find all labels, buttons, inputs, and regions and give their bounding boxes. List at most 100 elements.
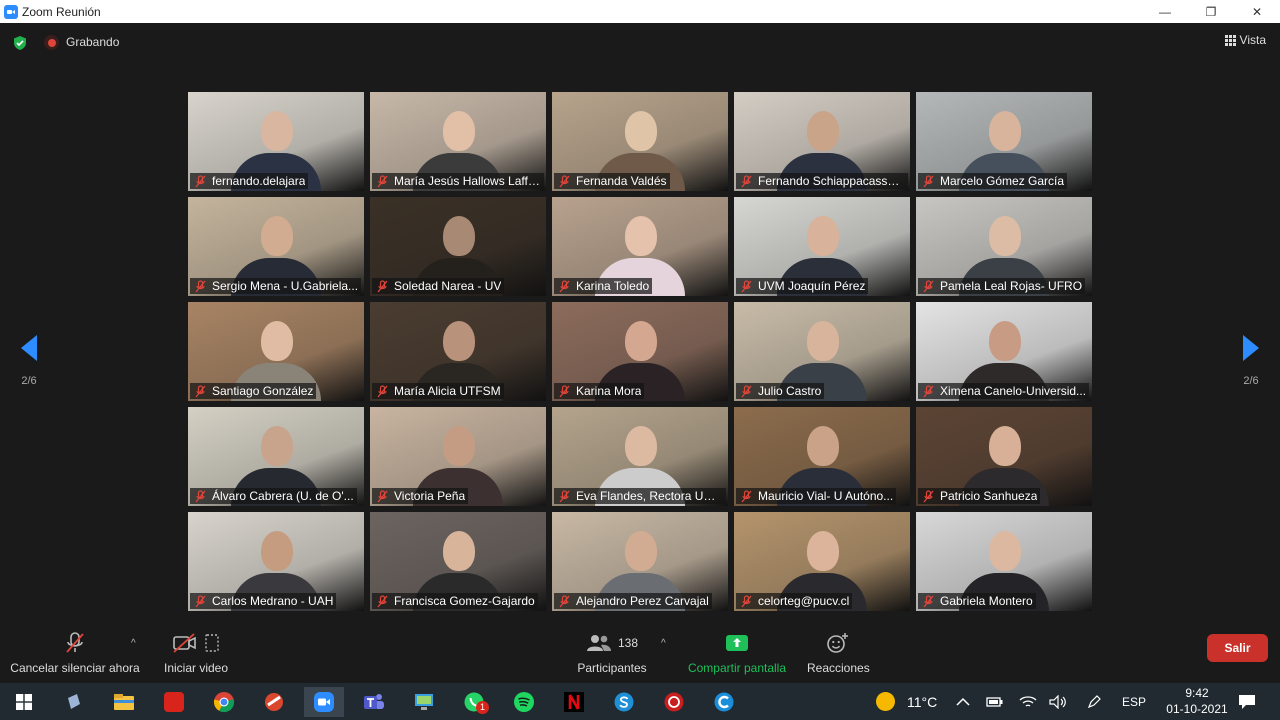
microphone-muted-icon [66, 632, 84, 653]
microphone-muted-icon [195, 384, 206, 397]
video-off-icon [173, 633, 196, 653]
taskbar-teams[interactable] [354, 687, 394, 717]
pen-workspace-button[interactable] [1086, 683, 1102, 720]
taskbar-skype[interactable] [604, 687, 644, 717]
chrome-icon [213, 692, 235, 713]
taskbar-file-explorer[interactable] [104, 687, 144, 717]
taskbar-chrome[interactable] [204, 687, 244, 717]
taskbar-antivirus[interactable] [654, 687, 694, 717]
participant-video-tile[interactable]: Fernando Schiappacasse ... [734, 92, 910, 191]
volume-control[interactable] [1049, 683, 1067, 720]
participant-video-tile[interactable]: Eva Flandes, Rectora USEK [552, 407, 728, 506]
participant-video-tile[interactable]: Mauricio Vial- U Autóno... [734, 407, 910, 506]
security-shield-icon[interactable] [12, 35, 28, 51]
close-button[interactable]: ✕ [1234, 0, 1280, 23]
taskbar-zoom[interactable] [304, 687, 344, 717]
wifi-icon [1019, 695, 1037, 707]
participant-video-tile[interactable]: Francisca Gomez-Gajardo [370, 512, 546, 611]
participant-video-tile[interactable]: Gabriela Montero [916, 512, 1092, 611]
participant-video-tile[interactable]: Fernanda Valdés [552, 92, 728, 191]
participant-video-tile[interactable]: Karina Mora [552, 302, 728, 401]
participant-video-tile[interactable]: Patricio Sanhueza [916, 407, 1092, 506]
participant-name-label: Julio Castro [736, 383, 825, 399]
participant-video-tile[interactable]: Marcelo Gómez García [916, 92, 1092, 191]
taskbar-ccleaner-browser[interactable] [704, 687, 744, 717]
taskbar-search[interactable] [54, 687, 94, 717]
start-video-button[interactable]: Iniciar video [163, 628, 229, 675]
participant-name: Ximena Canelo-Universid... [940, 384, 1087, 398]
participant-video-tile[interactable]: Karina Toledo [552, 197, 728, 296]
skype-icon [614, 692, 634, 712]
battery-status[interactable] [986, 683, 1004, 720]
participant-video-tile[interactable]: Soledad Narea - UV [370, 197, 546, 296]
virtual-background-icon[interactable] [204, 633, 220, 653]
participant-video-tile[interactable]: Victoria Peña [370, 407, 546, 506]
participant-name: Sergio Mena - U.Gabriela... [212, 279, 359, 293]
system-clock[interactable]: 9:42 01-10-2021 [1159, 685, 1235, 717]
whatsapp-badge: 1 [476, 701, 489, 714]
weather-widget[interactable]: 11°C [876, 683, 937, 720]
participant-name-label: Karina Toledo [554, 278, 653, 294]
microphone-muted-icon [741, 384, 752, 397]
spotify-icon [514, 692, 534, 712]
teams-icon [364, 694, 384, 709]
participant-name: Victoria Peña [394, 489, 466, 503]
participant-name: Álvaro Cabrera (U. de O'... [212, 489, 354, 503]
participants-options-caret[interactable]: ^ [661, 638, 666, 649]
participant-name-label: Karina Mora [554, 383, 645, 399]
ccleaner-browser-icon [714, 692, 734, 712]
participant-video-tile[interactable]: Pamela Leal Rojas- UFRO [916, 197, 1092, 296]
participant-video-tile[interactable]: celorteg@pucv.cl [734, 512, 910, 611]
participant-video-tile[interactable]: Alejandro Perez Carvajal [552, 512, 728, 611]
participant-name-label: Ximena Canelo-Universid... [918, 383, 1090, 399]
chevron-up-icon [956, 697, 970, 706]
reactions-button[interactable]: Reacciones [807, 628, 870, 675]
participant-video-tile[interactable]: fernando.delajara [188, 92, 364, 191]
participant-video-tile[interactable]: Santiago González [188, 302, 364, 401]
minimize-button[interactable]: — [1142, 0, 1188, 23]
participant-name: Alejandro Perez Carvajal [576, 594, 709, 608]
show-hidden-icons-button[interactable] [956, 683, 970, 720]
participant-video-tile[interactable]: Ximena Canelo-Universid... [916, 302, 1092, 401]
participant-video-tile[interactable]: Carlos Medrano - UAH [188, 512, 364, 611]
recording-label: Grabando [66, 35, 120, 49]
language-indicator[interactable]: ESP [1122, 683, 1146, 720]
participant-name-label: Carlos Medrano - UAH [190, 593, 337, 609]
participant-name-label: Alejandro Perez Carvajal [554, 593, 712, 609]
taskbar-acrobat[interactable] [154, 687, 194, 717]
participant-video-tile[interactable]: María Alicia UTFSM [370, 302, 546, 401]
view-label: Vista [1239, 33, 1266, 47]
participant-video-tile[interactable]: María Jesús Hallows Laffe... [370, 92, 546, 191]
taskbar-netflix[interactable] [554, 687, 594, 717]
title-bar: Zoom Reunión — ❐ ✕ [0, 0, 1280, 23]
view-button[interactable]: Vista [1224, 33, 1266, 47]
participant-video-tile[interactable]: Julio Castro [734, 302, 910, 401]
microphone-muted-icon [741, 594, 752, 607]
unmute-button[interactable]: Cancelar silenciar ahora [10, 628, 140, 675]
next-page-button[interactable]: 2/6 [1231, 335, 1271, 387]
share-screen-button[interactable]: Compartir pantalla [685, 628, 789, 675]
start-button[interactable] [4, 687, 44, 717]
taskbar-whatsapp[interactable]: 1 [454, 687, 494, 717]
video-grid: fernando.delajara María Jesús Hallows Laf… [188, 92, 1092, 611]
share-screen-icon [726, 635, 748, 651]
participant-video-tile[interactable]: Sergio Mena - U.Gabriela... [188, 197, 364, 296]
microphone-muted-icon [923, 594, 934, 607]
audio-options-caret[interactable]: ^ [131, 638, 136, 649]
participant-name-label: Santiago González [190, 383, 317, 399]
participant-name: Julio Castro [758, 384, 822, 398]
microphone-muted-icon [195, 174, 206, 187]
sun-icon [876, 692, 895, 711]
previous-page-button[interactable]: 2/6 [9, 335, 49, 387]
leave-meeting-button[interactable]: Salir [1207, 634, 1268, 662]
taskbar-spotify[interactable] [504, 687, 544, 717]
network-status[interactable] [1019, 683, 1037, 720]
participants-button[interactable]: 138 Participantes [576, 628, 648, 675]
maximize-button[interactable]: ❐ [1188, 0, 1234, 23]
taskbar-ccleaner[interactable] [254, 687, 294, 717]
participant-name-label: Fernanda Valdés [554, 173, 670, 189]
participant-video-tile[interactable]: Álvaro Cabrera (U. de O'... [188, 407, 364, 506]
action-center-button[interactable] [1238, 683, 1256, 720]
participant-video-tile[interactable]: UVM Joaquín Pérez [734, 197, 910, 296]
taskbar-remote-desktop[interactable] [404, 687, 444, 717]
